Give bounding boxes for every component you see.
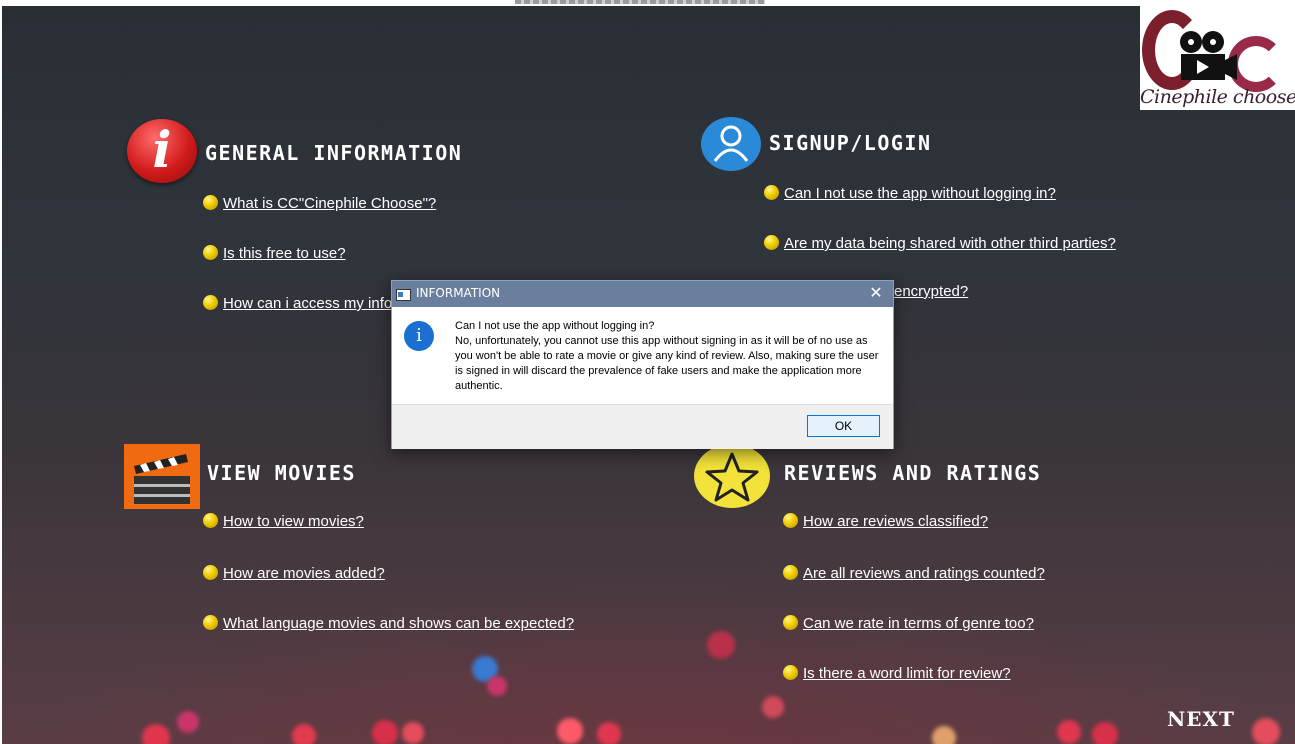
user-silhouette-icon [713, 125, 749, 162]
bullet-icon [764, 185, 779, 200]
info-icon: i [127, 119, 197, 183]
logo-wordmark: Cinephile choose [1140, 86, 1295, 108]
bokeh-light [932, 726, 956, 744]
bokeh-light [1252, 718, 1280, 744]
bokeh-light [597, 722, 621, 744]
next-button[interactable]: NEXT [1167, 707, 1235, 731]
bokeh-light [707, 631, 735, 659]
app-window-icon [396, 289, 411, 301]
faq-link-encrypted[interactable]: encrypted? [894, 283, 968, 300]
bullet-icon [783, 615, 798, 630]
dialog-question: Can I not use the app without logging in… [455, 320, 655, 332]
faq-link-free-to-use[interactable]: Is this free to use? [223, 245, 346, 262]
bullet-icon [783, 513, 798, 528]
faq-link-view-movies[interactable]: How to view movies? [223, 513, 364, 530]
user-icon [701, 117, 761, 171]
bokeh-light [372, 720, 398, 744]
faq-link-word-limit[interactable]: Is there a word limit for review? [803, 665, 1011, 682]
star-graphic [705, 452, 759, 502]
bokeh-light [142, 724, 170, 744]
bullet-icon [783, 665, 798, 680]
bullet-icon [203, 565, 218, 580]
dialog-answer: No, unfortunately, you cannot use this a… [455, 335, 879, 392]
dialog-footer: OK [392, 404, 893, 449]
clapper-graphic [134, 454, 190, 504]
bullet-icon [203, 513, 218, 528]
bokeh-light [557, 718, 583, 744]
bokeh-light [177, 711, 199, 733]
dialog-message: Can I not use the app without logging in… [455, 319, 885, 394]
section-title-signup: SIGNUP/LOGIN [769, 131, 932, 155]
bokeh-light [1057, 720, 1081, 744]
information-dialog: INFORMATION ✕ i Can I not use the app wi… [391, 280, 894, 449]
dialog-body: i Can I not use the app without logging … [392, 307, 893, 404]
faq-link-without-login[interactable]: Can I not use the app without logging in… [784, 185, 1056, 202]
section-title-movies: VIEW MOVIES [207, 461, 356, 485]
bokeh-light [762, 696, 784, 718]
bullet-icon [203, 195, 218, 210]
cinephile-logo: Cinephile choose [1140, 6, 1295, 110]
info-circle-icon: i [404, 321, 434, 351]
bullet-icon [203, 615, 218, 630]
faq-link-access-info[interactable]: How can i access my info [223, 295, 392, 312]
dialog-title: INFORMATION [416, 286, 501, 300]
bullet-icon [203, 295, 218, 310]
bullet-icon [783, 565, 798, 580]
dialog-title-bar[interactable]: INFORMATION ✕ [392, 281, 893, 307]
faq-link-rate-genre[interactable]: Can we rate in terms of genre too? [803, 615, 1034, 632]
bokeh-light [487, 676, 507, 696]
ok-button[interactable]: OK [807, 415, 880, 437]
section-title-general: GENERAL INFORMATION [205, 141, 463, 165]
faq-link-movies-added[interactable]: How are movies added? [223, 565, 385, 582]
star-icon [694, 444, 770, 508]
clapperboard-icon [124, 444, 200, 509]
faq-link-reviews-classified[interactable]: How are reviews classified? [803, 513, 988, 530]
close-icon[interactable]: ✕ [867, 283, 885, 303]
faq-link-what-is-cc[interactable]: What is CC"Cinephile Choose"? [223, 195, 436, 212]
bokeh-light [1092, 722, 1118, 744]
bokeh-light [402, 722, 424, 744]
bullet-icon [203, 245, 218, 260]
bullet-icon [764, 235, 779, 250]
bokeh-light [292, 724, 316, 744]
top-strip [515, 0, 765, 4]
faq-link-reviews-counted[interactable]: Are all reviews and ratings counted? [803, 565, 1045, 582]
faq-link-languages[interactable]: What language movies and shows can be ex… [223, 615, 574, 632]
film-camera-icon [1180, 31, 1237, 80]
faq-link-data-shared[interactable]: Are my data being shared with other thir… [784, 235, 1116, 252]
section-title-reviews: REVIEWS AND RATINGS [784, 461, 1042, 485]
